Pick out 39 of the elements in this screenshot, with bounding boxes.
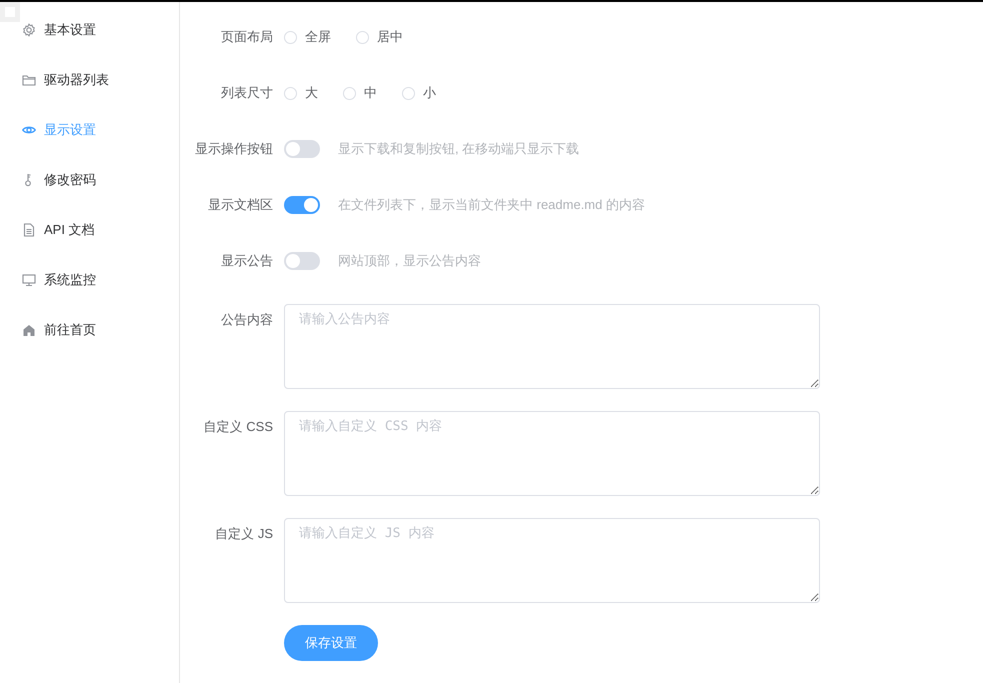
field-label: 公告内容 <box>220 311 274 329</box>
folder-icon <box>22 73 36 87</box>
field-label: 页面布局 <box>220 28 274 46</box>
field-label: 显示操作按钮 <box>194 140 274 158</box>
radio-option[interactable]: 中 <box>343 83 377 103</box>
monitor-icon <box>22 273 36 287</box>
radio-option[interactable]: 小 <box>402 83 436 103</box>
radio-button[interactable] <box>343 86 356 100</box>
document-icon <box>22 223 36 237</box>
sidebar-item[interactable]: 驱动器列表 <box>0 55 179 105</box>
field-label: 自定义 CSS <box>202 418 274 436</box>
radio-button[interactable] <box>284 30 297 44</box>
sidebar-item[interactable]: 修改密码 <box>0 155 179 205</box>
hint-text: 在文件列表下，显示当前文件夹中 readme.md 的内容 <box>338 196 645 214</box>
text-area[interactable]: 请输入自定义 JS 内容 <box>284 518 820 603</box>
home-icon <box>22 323 36 337</box>
text-area[interactable]: 请输入公告内容 <box>284 304 820 389</box>
text-area[interactable]: 请输入自定义 CSS 内容 <box>284 411 820 496</box>
field-label: 列表尺寸 <box>220 84 274 102</box>
sidebar-item[interactable]: 基本设置 <box>0 5 179 55</box>
sidebar-item[interactable]: API 文档 <box>0 205 179 255</box>
toggle-switch[interactable] <box>284 252 320 270</box>
hint-text: 网站顶部，显示公告内容 <box>338 252 481 270</box>
radio-option[interactable]: 大 <box>284 83 318 103</box>
sidebar-item[interactable]: 系统监控 <box>0 255 179 305</box>
gear-icon <box>22 23 36 37</box>
field-label: 自定义 JS <box>214 525 274 543</box>
radio-button[interactable] <box>402 86 415 100</box>
toggle-switch[interactable] <box>284 140 320 158</box>
radio-option[interactable]: 全屏 <box>284 27 331 47</box>
field-label: 显示文档区 <box>207 196 274 214</box>
toggle-switch[interactable] <box>284 196 320 214</box>
sidebar-item[interactable]: 前往首页 <box>0 305 179 355</box>
radio-button[interactable] <box>284 86 297 100</box>
hint-text: 显示下载和复制按钮, 在移动端只显示下载 <box>338 140 580 158</box>
radio-button[interactable] <box>356 30 369 44</box>
radio-option[interactable]: 居中 <box>356 27 403 47</box>
collapse-handle <box>0 2 20 22</box>
field-label: 显示公告 <box>220 252 274 270</box>
